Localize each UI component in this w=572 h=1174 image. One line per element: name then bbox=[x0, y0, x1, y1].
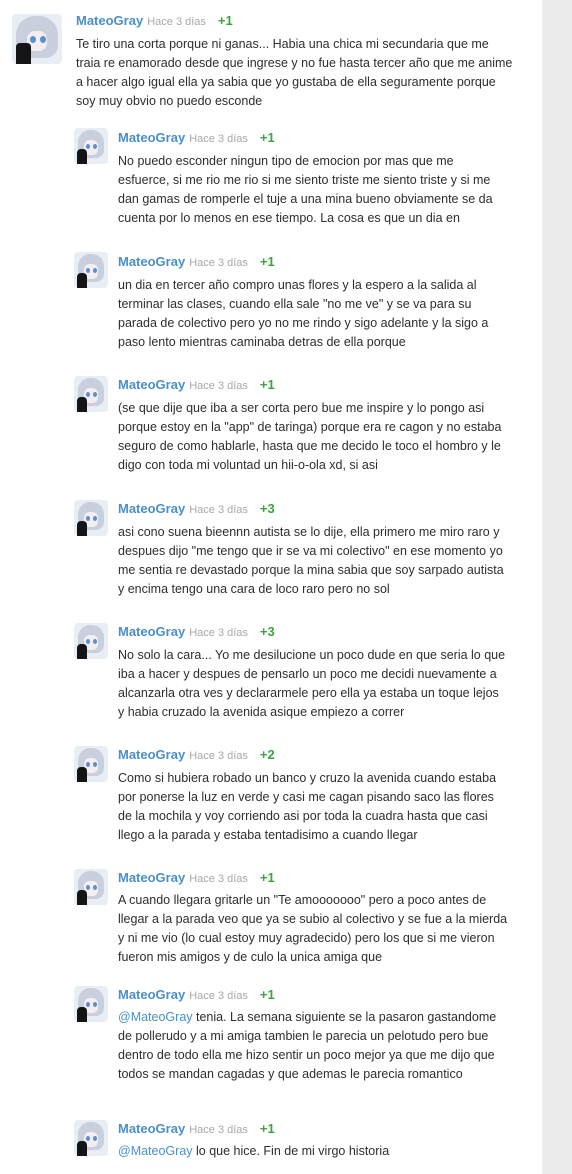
timestamp: Hace 3 días bbox=[189, 750, 248, 762]
user-avatar[interactable] bbox=[74, 500, 108, 536]
username-link[interactable]: MateoGray bbox=[76, 13, 143, 28]
comment-text: Te tiro una corta porque ni ganas... Hab… bbox=[76, 37, 513, 108]
comment-text: @MateoGray tenia. La semana siguiente se… bbox=[118, 1008, 508, 1084]
timestamp: Hace 3 días bbox=[147, 16, 206, 28]
user-avatar[interactable] bbox=[74, 376, 108, 412]
timestamp: Hace 3 días bbox=[189, 504, 248, 516]
username-link[interactable]: MateoGray bbox=[118, 870, 185, 885]
username-link[interactable]: MateoGray bbox=[118, 624, 185, 639]
user-avatar[interactable] bbox=[74, 623, 108, 659]
comment-text: @MateoGray lo que hice. Fin de mi virgo … bbox=[118, 1142, 508, 1161]
vote-count[interactable]: +1 bbox=[260, 1121, 275, 1136]
vote-count[interactable]: +1 bbox=[260, 987, 275, 1002]
username-link[interactable]: MateoGray bbox=[118, 1121, 185, 1136]
timestamp: Hace 3 días bbox=[189, 873, 248, 885]
username-link[interactable]: MateoGray bbox=[118, 987, 185, 1002]
vote-count[interactable]: +2 bbox=[260, 747, 275, 762]
user-avatar[interactable] bbox=[74, 746, 108, 782]
user-avatar[interactable] bbox=[74, 252, 108, 288]
comment-text: No puedo esconder ningun tipo de emocion… bbox=[118, 154, 493, 225]
timestamp: Hace 3 días bbox=[189, 380, 248, 392]
timestamp: Hace 3 días bbox=[189, 990, 248, 1002]
comment-text: No solo la cara... Yo me desilucione un … bbox=[118, 648, 506, 719]
vote-count[interactable]: +3 bbox=[260, 501, 275, 516]
user-mention-link[interactable]: @MateoGray bbox=[118, 1144, 193, 1158]
user-mention-link[interactable]: @MateoGray bbox=[118, 1010, 193, 1024]
timestamp: Hace 3 días bbox=[189, 133, 248, 145]
comment-text: un dia en tercer año compro unas flores … bbox=[118, 278, 489, 349]
comment-text: Como si hubiera robado un banco y cruzo … bbox=[118, 771, 497, 842]
vote-count[interactable]: +3 bbox=[260, 624, 275, 639]
comment-text: A cuando llegara gritarle un "Te amooooo… bbox=[118, 893, 508, 964]
username-link[interactable]: MateoGray bbox=[118, 130, 185, 145]
timestamp: Hace 3 días bbox=[189, 1124, 248, 1136]
comment-text-content: lo que hice. Fin de mi virgo historia bbox=[192, 1144, 390, 1158]
user-avatar[interactable] bbox=[74, 986, 108, 1022]
comment-text: asi cono suena bieennn autista se lo dij… bbox=[118, 525, 504, 596]
user-avatar[interactable] bbox=[12, 14, 62, 64]
vote-count[interactable]: +1 bbox=[260, 130, 275, 145]
username-link[interactable]: MateoGray bbox=[118, 377, 185, 392]
comment-text: (se que dije que iba a ser corta pero bu… bbox=[118, 401, 502, 472]
scrollbar-track[interactable] bbox=[542, 0, 572, 1174]
user-avatar[interactable] bbox=[74, 1120, 108, 1156]
user-avatar[interactable] bbox=[74, 869, 108, 905]
vote-count[interactable]: +1 bbox=[260, 377, 275, 392]
user-avatar[interactable] bbox=[74, 128, 108, 164]
timestamp: Hace 3 días bbox=[189, 257, 248, 269]
vote-count[interactable]: +1 bbox=[260, 870, 275, 885]
vote-count[interactable]: +1 bbox=[218, 13, 233, 28]
timestamp: Hace 3 días bbox=[189, 627, 248, 639]
username-link[interactable]: MateoGray bbox=[118, 501, 185, 516]
username-link[interactable]: MateoGray bbox=[118, 254, 185, 269]
username-link[interactable]: MateoGray bbox=[118, 747, 185, 762]
vote-count[interactable]: +1 bbox=[260, 254, 275, 269]
